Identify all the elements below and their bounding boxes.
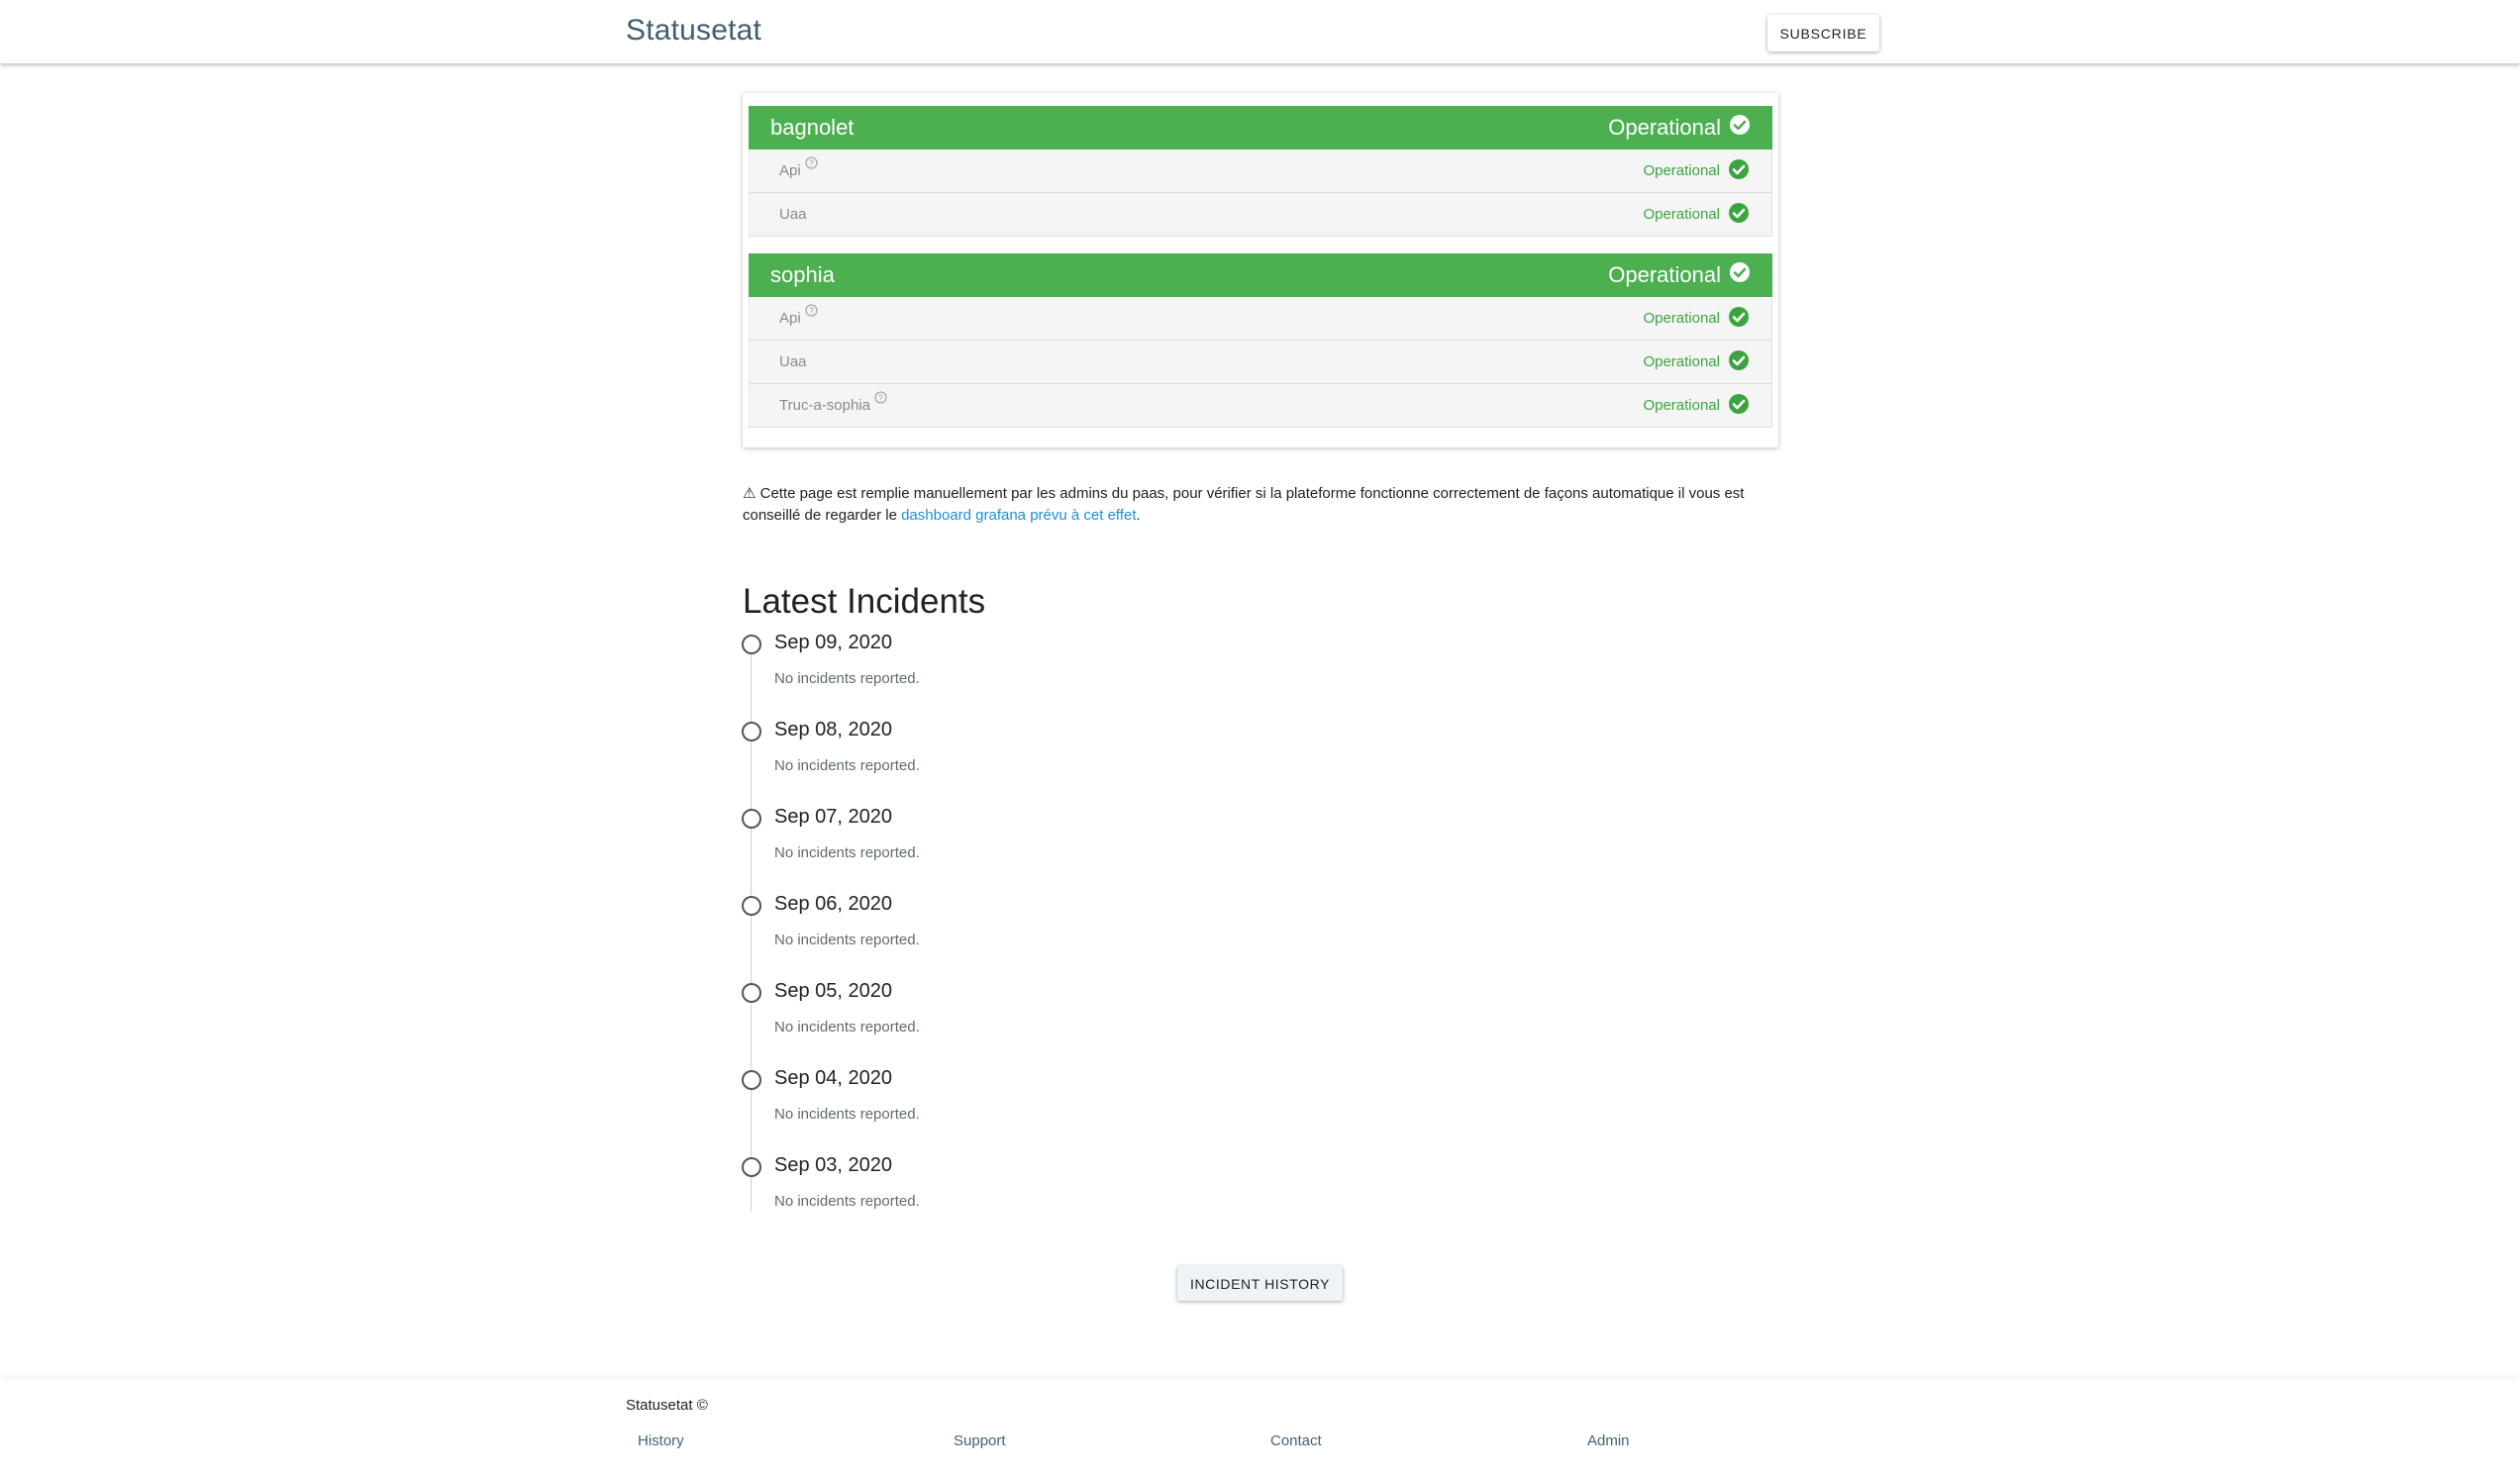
service-status-label: Operational <box>1643 353 1720 370</box>
check-circle-icon <box>1729 261 1751 289</box>
service-name: Api ? <box>779 304 818 327</box>
svg-text:?: ? <box>809 158 814 167</box>
incident-date: Sep 03, 2020 <box>774 1154 892 1176</box>
footer: Statusetat © History Support Contact Adm… <box>0 1379 2520 1478</box>
check-circle-icon <box>1728 158 1750 184</box>
footer-link-contact[interactable]: Contact <box>1270 1432 1322 1449</box>
service-row-api: Api ? Operational <box>749 297 1772 341</box>
check-circle-icon <box>1728 349 1750 375</box>
incident-message: No incidents reported. <box>774 1193 920 1210</box>
timeline-circle-icon <box>742 1070 761 1090</box>
svg-text:?: ? <box>809 306 814 315</box>
group-header: bagnolet Operational <box>749 106 1772 149</box>
status-card: bagnolet Operational Api ? Operational U… <box>743 93 1778 447</box>
group-status-label: Operational <box>1608 262 1721 287</box>
service-row-uaa: Uaa Operational <box>749 341 1772 384</box>
group-name: sophia <box>770 262 835 287</box>
incident-date: Sep 04, 2020 <box>774 1067 892 1089</box>
footer-link-support[interactable]: Support <box>954 1432 1006 1449</box>
service-status-label: Operational <box>1643 162 1720 179</box>
notice-text: ⚠ Cette page est remplie manuellement pa… <box>743 485 1745 524</box>
notice-text-end: . <box>1136 507 1141 524</box>
service-name-label: Uaa <box>779 353 807 370</box>
service-status: Operational <box>1643 158 1750 184</box>
top-navbar: Statusetat SUBSCRIBE <box>0 0 2520 63</box>
incident-date: Sep 08, 2020 <box>774 719 892 740</box>
group-status: Operational <box>1608 261 1751 289</box>
service-status-label: Operational <box>1643 397 1720 414</box>
incident-message: No incidents reported. <box>774 1019 920 1035</box>
service-status-label: Operational <box>1643 310 1720 327</box>
latest-incidents-heading: Latest Incidents <box>743 582 986 621</box>
incident-message: No incidents reported. <box>774 844 920 861</box>
grafana-dashboard-link[interactable]: dashboard grafana prévu à cet effet <box>901 507 1136 524</box>
service-row-api: Api ? Operational <box>749 149 1772 193</box>
service-name: Uaa <box>779 206 807 223</box>
subscribe-button[interactable]: SUBSCRIBE <box>1767 15 1879 51</box>
service-status: Operational <box>1643 202 1750 228</box>
group-status: Operational <box>1608 114 1751 142</box>
service-row-truc-a-sophia: Truc-a-sophia ? Operational <box>749 384 1772 428</box>
service-status: Operational <box>1643 393 1750 419</box>
incident-message: No incidents reported. <box>774 757 920 774</box>
check-circle-icon <box>1728 306 1750 332</box>
incident-message: No incidents reported. <box>774 932 920 948</box>
timeline-circle-icon <box>742 1157 761 1177</box>
service-status: Operational <box>1643 349 1750 375</box>
svg-text:?: ? <box>878 393 883 402</box>
help-circle-icon[interactable]: ? <box>805 156 818 173</box>
service-name-label: Truc-a-sophia <box>779 397 870 414</box>
footer-brand: Statusetat © <box>626 1397 708 1414</box>
incident-date: Sep 05, 2020 <box>774 980 892 1002</box>
service-status-label: Operational <box>1643 206 1720 223</box>
incident-date: Sep 06, 2020 <box>774 893 892 915</box>
check-circle-icon <box>1728 393 1750 419</box>
component-group-sophia: sophia Operational Api ? Operational Uaa… <box>749 253 1772 428</box>
incident-date: Sep 07, 2020 <box>774 806 892 828</box>
incident-date: Sep 09, 2020 <box>774 632 892 653</box>
help-circle-icon[interactable]: ? <box>805 304 818 321</box>
service-name: Truc-a-sophia ? <box>779 391 887 414</box>
maintenance-notice: ⚠ Cette page est remplie manuellement pa… <box>743 483 1782 527</box>
service-name-label: Api <box>779 310 801 327</box>
timeline-circle-icon <box>742 809 761 829</box>
timeline-circle-icon <box>742 722 761 741</box>
group-status-label: Operational <box>1608 115 1721 140</box>
group-header: sophia Operational <box>749 253 1772 297</box>
service-name: Uaa <box>779 353 807 370</box>
timeline-circle-icon <box>742 983 761 1003</box>
service-name-label: Uaa <box>779 206 807 223</box>
incident-history-button[interactable]: INCIDENT HISTORY <box>1177 1266 1343 1301</box>
component-group-bagnolet: bagnolet Operational Api ? Operational U… <box>749 106 1772 237</box>
service-name-label: Api <box>779 162 801 179</box>
footer-link-admin[interactable]: Admin <box>1587 1432 1630 1449</box>
service-row-uaa: Uaa Operational <box>749 193 1772 237</box>
check-circle-icon <box>1729 114 1751 142</box>
check-circle-icon <box>1728 202 1750 228</box>
timeline-circle-icon <box>742 896 761 916</box>
footer-link-history[interactable]: History <box>638 1432 684 1449</box>
incident-message: No incidents reported. <box>774 670 920 687</box>
help-circle-icon[interactable]: ? <box>874 391 887 408</box>
brand-title[interactable]: Statusetat <box>626 14 761 48</box>
service-status: Operational <box>1643 306 1750 332</box>
timeline-circle-icon <box>742 635 761 654</box>
group-name: bagnolet <box>770 115 855 140</box>
service-name: Api ? <box>779 156 818 179</box>
incident-message: No incidents reported. <box>774 1106 920 1123</box>
